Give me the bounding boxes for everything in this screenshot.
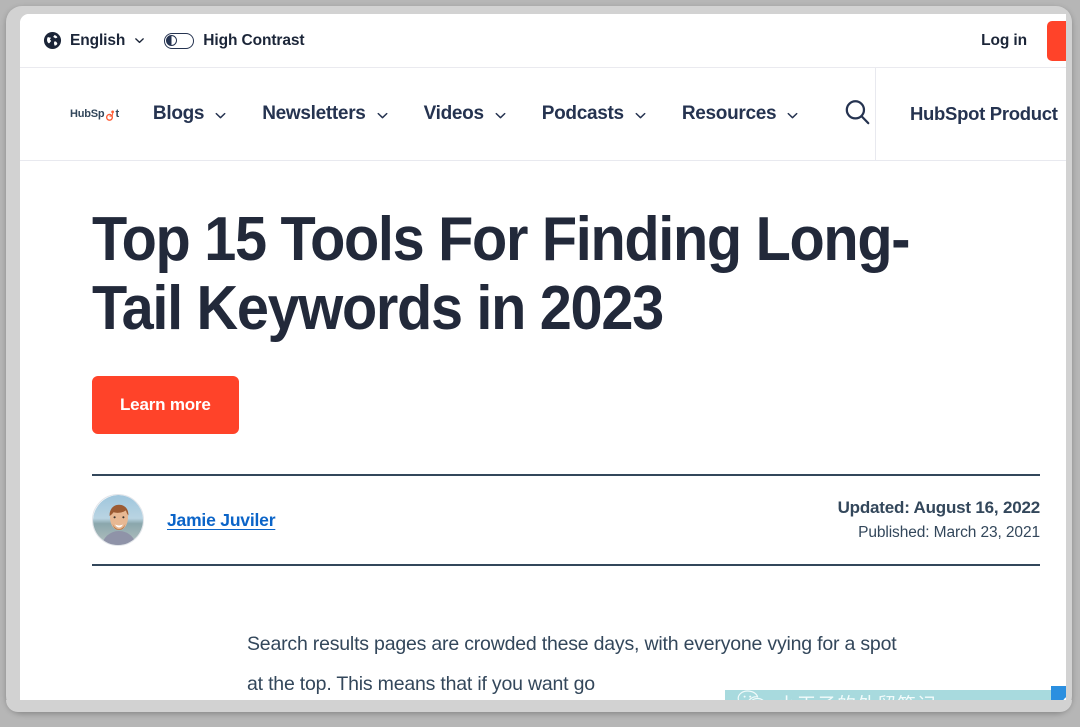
main-navigation: HubSp t Blogs Newsletters Videos Podcast… bbox=[20, 68, 1066, 161]
nav-item-newsletters[interactable]: Newsletters bbox=[262, 103, 389, 125]
utility-bar: English High Contrast Log in bbox=[20, 14, 1066, 68]
chevron-down-icon bbox=[133, 34, 146, 47]
utility-bar-right: Log in Start free or get a demo bbox=[981, 20, 1066, 61]
chevron-down-icon bbox=[213, 107, 228, 122]
high-contrast-label: High Contrast bbox=[203, 31, 305, 49]
utility-bar-left: English High Contrast bbox=[20, 31, 305, 50]
divider-bottom bbox=[92, 564, 1040, 566]
hubspot-logo[interactable]: HubSp t bbox=[70, 108, 119, 121]
nav-item-label: Blogs bbox=[152, 103, 205, 124]
login-link[interactable]: Log in bbox=[981, 32, 1027, 50]
browser-frame: English High Contrast Log in HubSp t Blo… bbox=[6, 6, 1072, 712]
start-free-demo-button[interactable]: Start free or get a demo bbox=[1047, 20, 1066, 61]
nav-item-label: Newsletters bbox=[262, 103, 366, 124]
frame-bottom-edge bbox=[6, 700, 1072, 712]
nav-item-hubspot-product[interactable]: HubSpot Product bbox=[910, 103, 1058, 125]
nav-product-group: HubSpot Product bbox=[876, 68, 1058, 160]
high-contrast-toggle[interactable]: High Contrast bbox=[164, 31, 305, 50]
nav-item-label: Videos bbox=[423, 103, 484, 124]
nav-item-blogs[interactable]: Blogs bbox=[153, 103, 228, 125]
nav-items-group: HubSp t Blogs Newsletters Videos Podcast… bbox=[20, 68, 875, 160]
author-link[interactable]: Jamie Juviler bbox=[167, 510, 276, 531]
contrast-toggle-icon bbox=[164, 32, 195, 49]
nav-item-resources[interactable]: Resources bbox=[682, 103, 800, 125]
chevron-down-icon bbox=[493, 107, 508, 122]
article-dates: Updated: August 16, 2022 Published: Marc… bbox=[837, 495, 1041, 545]
article-header: Top 15 Tools For Finding Long-Tail Keywo… bbox=[20, 205, 1066, 704]
hubspot-logo-text-tail: t bbox=[115, 108, 119, 120]
hubspot-logo-text: HubSp bbox=[70, 108, 105, 120]
chevron-down-icon bbox=[633, 107, 648, 122]
globe-icon bbox=[43, 31, 62, 50]
nav-item-videos[interactable]: Videos bbox=[424, 103, 508, 125]
page-content: English High Contrast Log in HubSp t Blo… bbox=[20, 14, 1066, 710]
updated-date: Updated: August 16, 2022 bbox=[837, 498, 1041, 517]
page-title: Top 15 Tools For Finding Long-Tail Keywo… bbox=[92, 205, 910, 343]
search-button[interactable] bbox=[842, 97, 872, 132]
language-selector[interactable]: English bbox=[43, 31, 146, 50]
avatar bbox=[92, 494, 144, 546]
sprocket-icon bbox=[104, 110, 115, 121]
language-label: English bbox=[70, 31, 126, 49]
nav-item-label: Resources bbox=[681, 103, 777, 124]
learn-more-button[interactable]: Learn more bbox=[92, 376, 239, 434]
search-icon bbox=[842, 97, 872, 132]
chevron-down-icon bbox=[375, 107, 390, 122]
browser-viewport: English High Contrast Log in HubSp t Blo… bbox=[20, 14, 1066, 710]
nav-item-podcasts[interactable]: Podcasts bbox=[542, 103, 648, 125]
nav-item-label: Podcasts bbox=[541, 103, 624, 124]
byline: Jamie Juviler Updated: August 16, 2022 P… bbox=[92, 476, 1040, 564]
chevron-down-icon bbox=[785, 107, 800, 122]
published-date: Published: March 23, 2021 bbox=[858, 524, 1040, 541]
